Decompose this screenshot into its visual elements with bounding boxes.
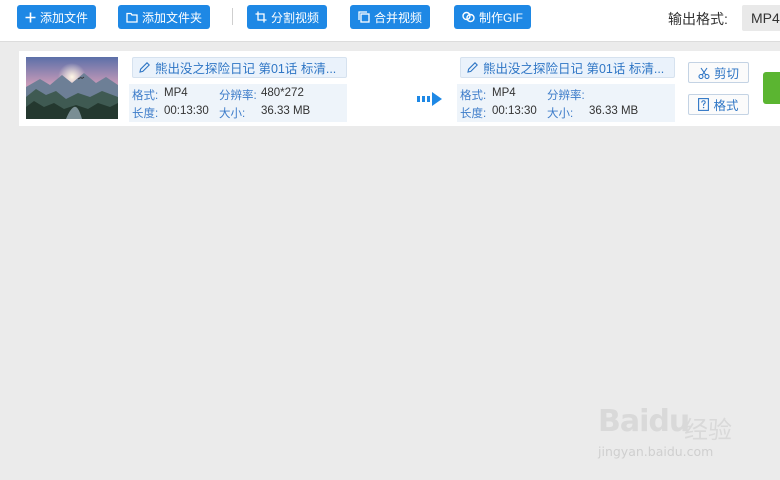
output-format-label: 输出格式: — [668, 11, 728, 27]
output-format-select[interactable]: MP4 — [742, 5, 780, 31]
source-format-value: MP4 — [164, 87, 188, 99]
toolbar: 添加文件 添加文件夹 分割视频 合并视频 制作GIF 输出格式: MP4 — [0, 0, 780, 42]
target-filename: 熊出没之探险日记 第01话 标清... — [483, 62, 665, 76]
format-button[interactable]: 格式 — [688, 94, 749, 115]
source-resolution-value: 480*272 — [261, 87, 304, 99]
convert-button[interactable] — [763, 72, 780, 104]
scissors-icon — [698, 67, 710, 79]
watermark-url: jingyan.baidu.com — [598, 444, 714, 459]
make-gif-label: 制作GIF — [479, 10, 523, 25]
source-size-value: 36.33 MB — [261, 105, 311, 117]
cut-button[interactable]: 剪切 — [688, 62, 749, 83]
source-info: 格式: MP4 分辨率: 480*272 长度: 00:13:30 大小: 36… — [129, 84, 347, 122]
folder-icon — [126, 12, 138, 23]
merge-video-button[interactable]: 合并视频 — [350, 5, 431, 29]
source-resolution-label: 分辨率: — [219, 90, 257, 102]
make-gif-button[interactable]: 制作GIF — [454, 5, 531, 29]
source-format-label: 格式: — [132, 90, 159, 102]
video-thumbnail — [26, 57, 118, 119]
watermark-suffix: 经验 — [684, 416, 732, 444]
convert-arrow-icon — [417, 91, 445, 110]
target-format-value: MP4 — [492, 87, 516, 99]
target-resolution-label: 分辨率: — [547, 90, 585, 102]
pencil-icon — [466, 61, 479, 74]
source-filename-field[interactable]: 熊出没之探险日记 第01话 标清... — [132, 57, 347, 78]
source-duration-value: 00:13:30 — [164, 105, 209, 117]
crop-icon — [255, 11, 267, 23]
link-icon — [462, 11, 475, 23]
plus-icon — [25, 12, 36, 23]
source-size-label: 大小: — [219, 108, 246, 120]
question-file-icon — [698, 98, 710, 111]
merge-icon — [358, 11, 370, 23]
source-duration-label: 长度: — [132, 108, 159, 120]
add-file-button[interactable]: 添加文件 — [17, 5, 97, 29]
source-filename: 熊出没之探险日记 第01话 标清... — [155, 62, 337, 76]
target-duration-value: 00:13:30 — [492, 105, 537, 117]
file-row: 熊出没之探险日记 第01话 标清... 格式: MP4 分辨率: 480*272… — [19, 51, 780, 126]
split-video-button[interactable]: 分割视频 — [247, 5, 328, 29]
target-format-label: 格式: — [460, 90, 487, 102]
target-info: 格式: MP4 分辨率: 长度: 00:13:30 大小: 36.33 MB — [457, 84, 675, 122]
toolbar-divider — [232, 8, 233, 25]
pencil-icon — [138, 61, 151, 74]
target-size-value: 36.33 MB — [589, 105, 639, 117]
format-label: 格式 — [713, 99, 739, 113]
add-folder-label: 添加文件夹 — [142, 10, 203, 25]
add-folder-button[interactable]: 添加文件夹 — [118, 5, 211, 29]
merge-video-label: 合并视频 — [374, 10, 423, 25]
cut-label: 剪切 — [713, 67, 739, 81]
target-duration-label: 长度: — [460, 108, 487, 120]
split-video-label: 分割视频 — [271, 10, 320, 25]
target-size-label: 大小: — [547, 108, 574, 120]
add-file-label: 添加文件 — [40, 10, 89, 25]
baidu-watermark: Baidu 经验 jingyan.baidu.com — [598, 396, 748, 466]
target-filename-field[interactable]: 熊出没之探险日记 第01话 标清... — [460, 57, 675, 78]
watermark-brand: Baidu — [598, 404, 690, 439]
